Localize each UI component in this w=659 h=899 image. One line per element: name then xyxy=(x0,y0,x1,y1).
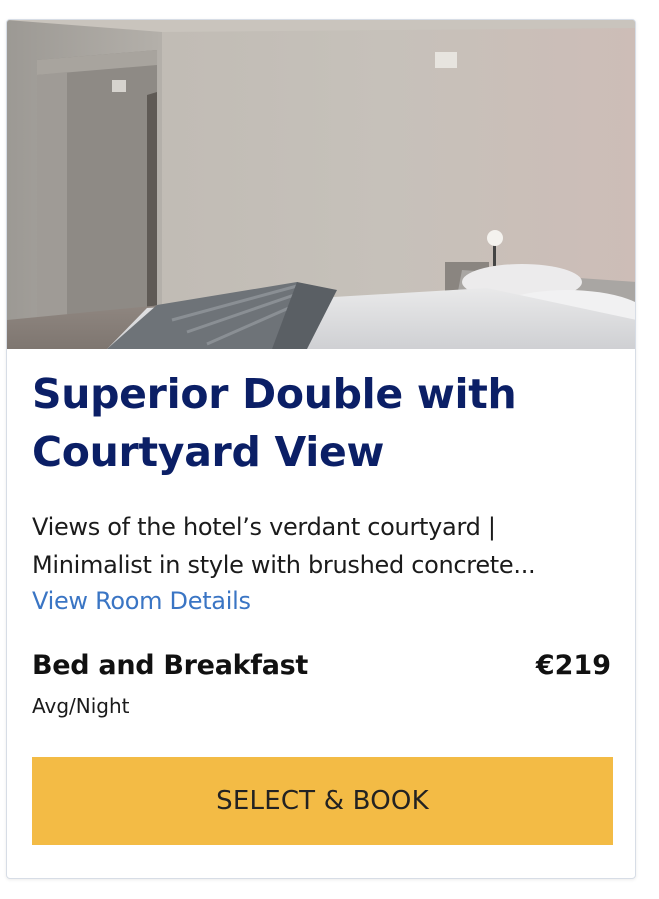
room-title-line-1: Superior Double with xyxy=(32,370,517,418)
price-note: Avg/Night xyxy=(32,694,130,718)
room-description-line-1: Views of the hotel’s verdant courtyard | xyxy=(32,513,496,541)
room-title: Superior Double with Courtyard View xyxy=(32,365,612,481)
view-room-details-link[interactable]: View Room Details xyxy=(32,585,251,617)
room-price: €219 xyxy=(535,650,611,681)
room-description: Views of the hotel’s verdant courtyard |… xyxy=(32,508,622,584)
rate-name: Bed and Breakfast xyxy=(32,650,309,681)
select-and-book-button[interactable]: SELECT & BOOK xyxy=(32,757,613,845)
room-title-line-2: Courtyard View xyxy=(32,428,385,476)
room-description-line-2: Minimalist in style with brushed concret… xyxy=(32,551,536,579)
room-photo[interactable] xyxy=(7,20,635,349)
room-card: Superior Double with Courtyard View View… xyxy=(6,19,636,879)
